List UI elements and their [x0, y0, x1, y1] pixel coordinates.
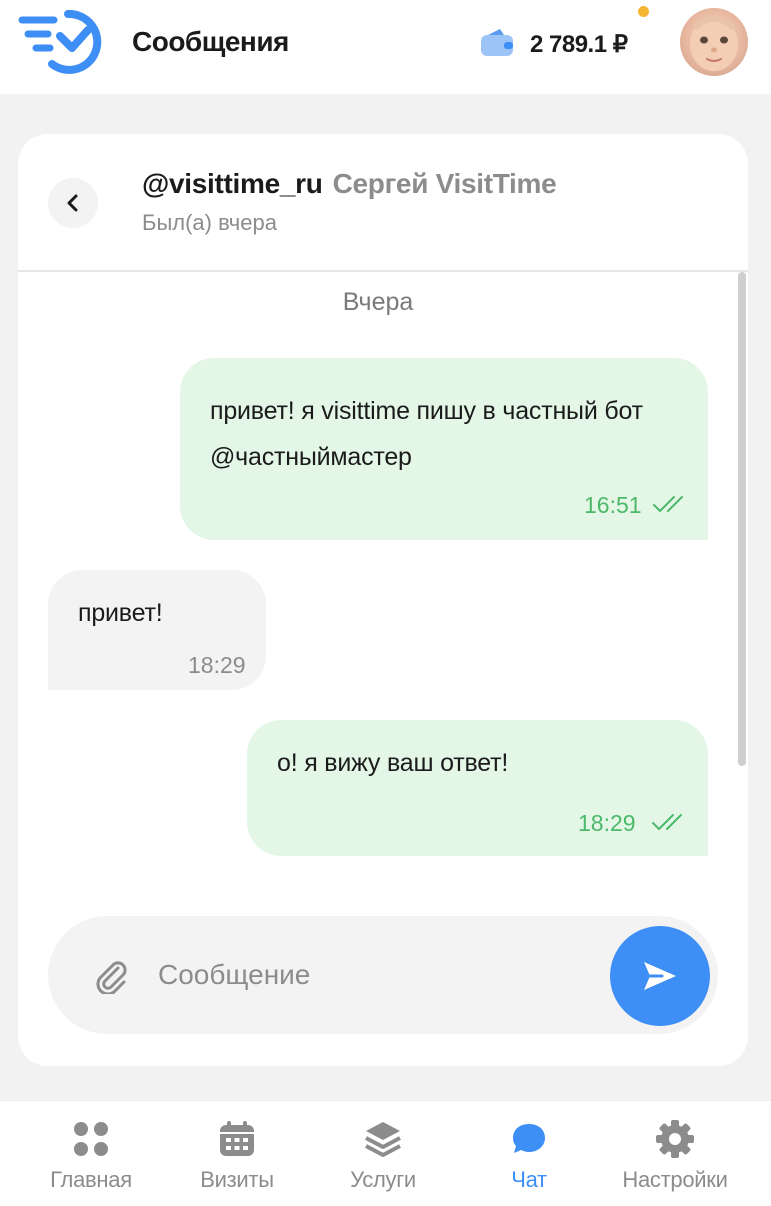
bottom-navigation: Главная Визиты Услуги Чат Настройки	[0, 1100, 771, 1206]
message-composer	[48, 916, 718, 1034]
message-outgoing[interactable]: привет! я visittime пишу в частный бот @…	[180, 358, 708, 540]
message-time: 18:29	[188, 652, 246, 678]
chevron-left-icon	[67, 194, 78, 212]
contact-display-name: Сергей VisitTime	[332, 168, 557, 199]
message-outgoing[interactable]: о! я вижу ваш ответ! 18:29	[247, 720, 708, 856]
chat-contact-name: @visittime_ru Сергей VisitTime	[142, 168, 557, 200]
page-title: Сообщения	[132, 26, 289, 57]
chat-bubble-icon	[513, 1124, 545, 1153]
nav-label: Чат	[511, 1167, 547, 1192]
nav-item-services[interactable]: Услуги	[313, 1119, 453, 1199]
send-button[interactable]	[610, 926, 710, 1026]
nav-item-visits[interactable]: Визиты	[167, 1119, 307, 1199]
calendar-icon	[220, 1121, 254, 1156]
send-icon	[644, 962, 676, 990]
message-input[interactable]	[158, 946, 598, 1004]
nav-item-chat[interactable]: Чат	[459, 1119, 599, 1199]
message-text: привет!	[78, 599, 163, 627]
message-text: о! я вижу ваш ответ!	[277, 749, 509, 777]
home-dots-icon	[74, 1122, 108, 1156]
nav-label: Визиты	[200, 1167, 274, 1192]
double-check-icon	[652, 814, 682, 830]
layers-icon	[365, 1122, 401, 1157]
messages-scrollbar[interactable]	[738, 272, 746, 766]
nav-item-settings[interactable]: Настройки	[605, 1119, 745, 1199]
nav-label: Услуги	[350, 1167, 416, 1192]
back-button[interactable]	[48, 178, 98, 228]
message-time: 18:29	[578, 810, 636, 836]
message-incoming[interactable]: привет! 18:29	[48, 570, 266, 690]
wallet-icon[interactable]	[480, 27, 514, 57]
message-time: 16:51	[584, 492, 642, 518]
date-separator: Вчера	[342, 288, 414, 316]
contact-username: @visittime_ru	[142, 168, 323, 199]
nav-item-home[interactable]: Главная	[21, 1119, 161, 1199]
avatar-face-icon	[690, 16, 738, 71]
header-divider	[18, 270, 748, 272]
gear-icon	[656, 1120, 694, 1158]
contact-status: Был(а) вчера	[142, 210, 277, 235]
avatar[interactable]	[680, 8, 748, 76]
balance-amount[interactable]: 2 789.1 ₽	[530, 30, 628, 59]
nav-label: Настройки	[622, 1167, 728, 1192]
paperclip-icon[interactable]	[92, 956, 130, 994]
app-logo-icon[interactable]	[18, 6, 110, 78]
chat-panel: @visittime_ru Сергей VisitTime Был(а) вче…	[18, 134, 748, 1066]
notification-dot	[638, 6, 649, 17]
app-header: Сообщения 2 789.1 ₽	[0, 0, 771, 94]
double-check-icon	[653, 496, 683, 512]
message-text: привет! я visittime пишу в частный бот @…	[210, 397, 643, 471]
nav-label: Главная	[50, 1167, 132, 1192]
